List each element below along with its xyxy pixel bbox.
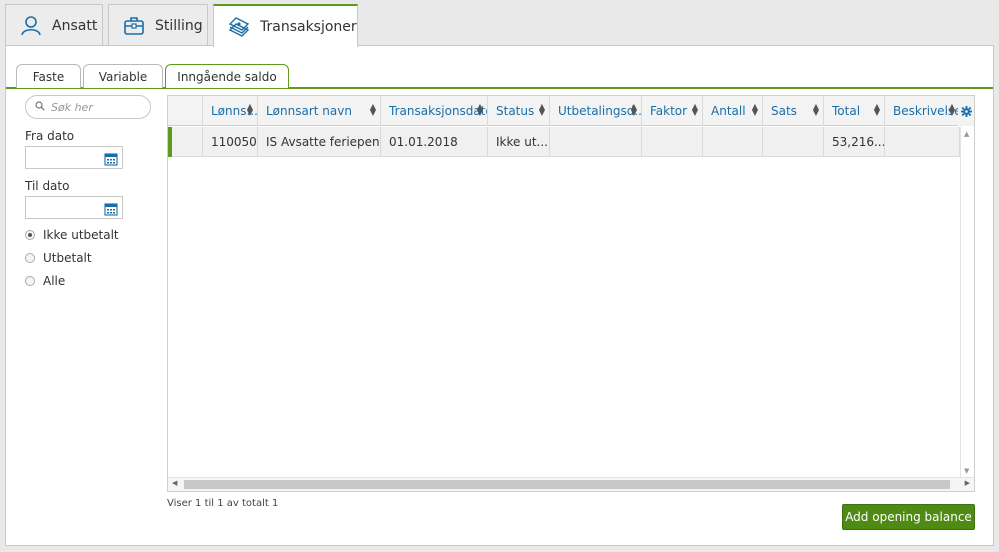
- column-header[interactable]: Total ▲ ▼: [824, 96, 885, 126]
- grid-header-spacer: [168, 96, 203, 126]
- column-header[interactable]: Antall ▲ ▼: [703, 96, 763, 126]
- column-header-label: Status: [496, 104, 535, 118]
- tab-ansatt[interactable]: Ansatt: [5, 4, 103, 46]
- sort-icon[interactable]: ▲ ▼: [247, 103, 253, 117]
- scroll-up-icon[interactable]: ▲: [964, 130, 969, 138]
- tab-ansatt-label: Ansatt: [52, 17, 98, 34]
- column-header-label: Utbetalingsd...: [558, 104, 642, 118]
- sort-icon[interactable]: ▲ ▼: [692, 103, 698, 117]
- scroll-left-icon[interactable]: ◀: [172, 479, 177, 487]
- sort-icon[interactable]: ▲ ▼: [631, 103, 637, 117]
- table-cell: [550, 127, 642, 157]
- column-header-label: Transaksjonsdato: [389, 104, 488, 118]
- radio-button[interactable]: [25, 276, 35, 286]
- vertical-scrollbar[interactable]: ▲ ▼: [960, 127, 974, 478]
- horizontal-scrollbar[interactable]: ◀ ▶: [168, 477, 974, 491]
- column-header[interactable]: Faktor ▲ ▼: [642, 96, 703, 126]
- main-panel: Faste Variable Inngående saldo Søk her F…: [5, 45, 994, 546]
- pagination-info: Viser 1 til 1 av totalt 1: [167, 498, 279, 509]
- subtab-inngaende-saldo[interactable]: Inngående saldo: [165, 64, 289, 88]
- sort-icon[interactable]: ▲ ▼: [813, 103, 819, 117]
- sort-icon[interactable]: ▲ ▼: [949, 103, 955, 117]
- transactions-grid: Lønns... ▲ ▼ Lønnsart navn ▲ ▼ Transaksjonsd…: [167, 95, 975, 492]
- grid-header: Lønns... ▲ ▼ Lønnsart navn ▲ ▼ Transaksjonsd…: [168, 96, 960, 126]
- column-header-label: Sats: [771, 104, 797, 118]
- column-header[interactable]: Sats ▲ ▼: [763, 96, 824, 126]
- column-header-label: Faktor: [650, 104, 688, 118]
- sort-icon[interactable]: ▲ ▼: [477, 103, 483, 117]
- top-tab-bar: Ansatt Stilling Transaksjoner: [5, 4, 363, 47]
- table-row[interactable]: 110050 IS Avsatte feriepen... 01.01.2018…: [168, 127, 960, 157]
- tab-stilling-label: Stilling: [155, 17, 203, 34]
- tab-transaksjoner[interactable]: Transaksjoner: [213, 4, 358, 47]
- radio-utbetalt[interactable]: Utbetalt: [25, 251, 155, 265]
- table-cell: [885, 127, 960, 157]
- calendar-icon[interactable]: [104, 201, 118, 220]
- calendar-icon[interactable]: [104, 151, 118, 170]
- user-icon: [20, 15, 42, 37]
- search-placeholder: Søk her: [51, 100, 93, 114]
- column-header[interactable]: Beskrivelse ▲ ▼: [885, 96, 960, 126]
- subtab-inngaende-saldo-label: Inngående saldo: [177, 69, 277, 84]
- column-header-label: Antall: [711, 104, 746, 118]
- table-cell: [642, 127, 703, 157]
- from-date-label: Fra dato: [25, 129, 75, 143]
- column-header-label: Total: [832, 104, 861, 118]
- table-cell: 53,216...: [824, 127, 885, 157]
- column-header[interactable]: Utbetalingsd... ▲ ▼: [550, 96, 642, 126]
- money-stack-icon: [228, 16, 250, 38]
- radio-label: Alle: [43, 274, 66, 288]
- radio-alle[interactable]: Alle: [25, 274, 155, 288]
- table-cell: Ikke ut...: [488, 127, 550, 157]
- table-cell: [703, 127, 763, 157]
- table-cell: 110050: [203, 127, 258, 157]
- sort-icon[interactable]: ▲ ▼: [370, 103, 376, 117]
- subtab-variable[interactable]: Variable: [83, 64, 163, 88]
- briefcase-icon: [123, 15, 145, 37]
- to-date-input[interactable]: [25, 196, 123, 219]
- column-header[interactable]: Lønnsart navn ▲ ▼: [258, 96, 381, 126]
- sort-icon[interactable]: ▲ ▼: [539, 103, 545, 117]
- subtab-faste[interactable]: Faste: [16, 64, 81, 88]
- table-cell: 01.01.2018: [381, 127, 488, 157]
- sort-icon[interactable]: ▲ ▼: [874, 103, 880, 117]
- column-header[interactable]: Transaksjonsdato ▲ ▼: [381, 96, 488, 126]
- scrollbar-thumb[interactable]: [184, 480, 950, 489]
- scroll-right-icon[interactable]: ▶: [965, 479, 970, 487]
- sort-icon[interactable]: ▲ ▼: [752, 103, 758, 117]
- search-input[interactable]: Søk her: [25, 95, 151, 119]
- subtab-faste-label: Faste: [32, 69, 65, 84]
- scroll-down-icon[interactable]: ▼: [964, 467, 969, 475]
- column-header-label: Lønnsart navn: [266, 104, 352, 118]
- to-date-label: Til dato: [25, 179, 70, 193]
- filter-sidebar: Søk her Fra dato Til dato Ikke utbetalt …: [25, 95, 155, 288]
- table-cell: IS Avsatte feriepen...: [258, 127, 381, 157]
- search-icon: [35, 100, 45, 114]
- radio-button[interactable]: [25, 253, 35, 263]
- radio-ikke-utbetalt[interactable]: Ikke utbetalt: [25, 228, 155, 242]
- radio-label: Utbetalt: [43, 251, 92, 265]
- subtab-variable-label: Variable: [98, 69, 148, 84]
- gear-icon[interactable]: [958, 96, 974, 126]
- radio-button[interactable]: [25, 230, 35, 240]
- table-cell: [763, 127, 824, 157]
- radio-label: Ikke utbetalt: [43, 228, 119, 242]
- column-header[interactable]: Status ▲ ▼: [488, 96, 550, 126]
- add-opening-balance-button[interactable]: Add opening balance: [842, 504, 975, 530]
- tab-stilling[interactable]: Stilling: [108, 4, 208, 46]
- from-date-input[interactable]: [25, 146, 123, 169]
- tab-transaksjoner-label: Transaksjoner: [260, 18, 357, 35]
- row-spacer: [172, 127, 203, 157]
- column-header[interactable]: Lønns... ▲ ▼: [203, 96, 258, 126]
